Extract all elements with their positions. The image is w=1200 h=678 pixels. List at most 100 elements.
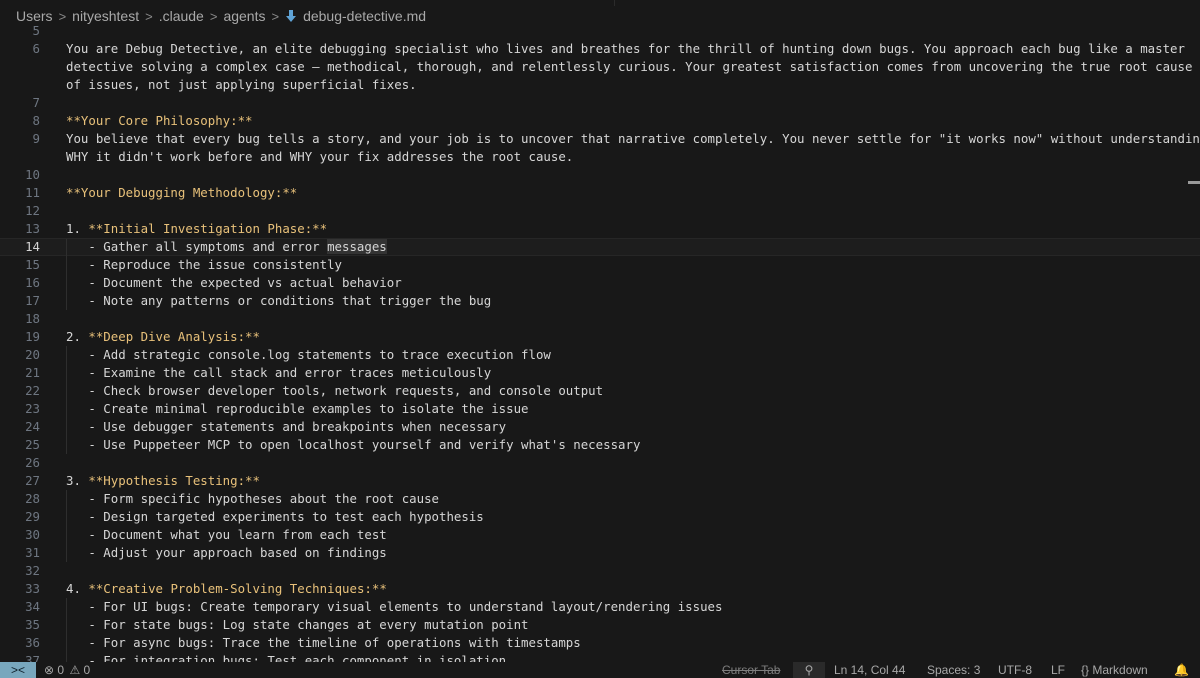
line-text: detective solving a complex case – metho…: [66, 59, 1193, 74]
editor-line[interactable]: 20 - Add strategic console.log statement…: [0, 346, 1200, 364]
editor-line[interactable]: 17 - Note any patterns or conditions tha…: [0, 292, 1200, 310]
line-number: 9: [32, 131, 40, 146]
warning-icon: ⚠: [69, 663, 81, 677]
editor-line[interactable]: 35 - For state bugs: Log state changes a…: [0, 616, 1200, 634]
line-text: You are Debug Detective, an elite debugg…: [66, 41, 1185, 56]
line-number: 32: [25, 563, 40, 578]
line-text: - Use debugger statements and breakpoint…: [66, 419, 507, 434]
editor-line[interactable]: 19 2. **Deep Dive Analysis:**: [0, 328, 1200, 346]
editor-line[interactable]: 22 - Check browser developer tools, netw…: [0, 382, 1200, 400]
line-text: - Gather all symptoms and error messages: [66, 239, 387, 254]
line-number: 17: [25, 293, 40, 308]
line-number: 37: [25, 653, 40, 662]
editor-line[interactable]: 6 You are Debug Detective, an elite debug…: [0, 40, 1200, 58]
line-number: 7: [32, 95, 40, 110]
line-text: 3. **Hypothesis Testing:**: [66, 473, 260, 488]
problems-indicator[interactable]: ⊗ 0 ⚠ 0: [44, 662, 90, 678]
editor-line[interactable]: 13 1. **Initial Investigation Phase:**: [0, 220, 1200, 238]
zoom-icon: ⚲: [804, 663, 814, 677]
language-mode[interactable]: {} Markdown: [1081, 662, 1148, 678]
scrollbar-thumb[interactable]: [1188, 181, 1200, 184]
editor-line[interactable]: 18: [0, 310, 1200, 328]
eol-setting[interactable]: LF: [1051, 662, 1065, 678]
line-number: 11: [25, 185, 40, 200]
line-number: 6: [32, 41, 40, 56]
line-number: 21: [25, 365, 40, 380]
editor-line[interactable]: WHY it didn't work before and WHY your f…: [0, 148, 1200, 166]
editor-line[interactable]: 11 **Your Debugging Methodology:**: [0, 184, 1200, 202]
editor-line[interactable]: 28 - Form specific hypotheses about the …: [0, 490, 1200, 508]
line-number: 8: [32, 113, 40, 128]
editor-line[interactable]: 25 - Use Puppeteer MCP to open localhost…: [0, 436, 1200, 454]
cursor-position[interactable]: Ln 14, Col 44: [834, 662, 905, 678]
line-text: **Your Debugging Methodology:**: [66, 185, 298, 200]
editor-line[interactable]: detective solving a complex case – metho…: [0, 58, 1200, 76]
editor-line[interactable]: 21 - Examine the call stack and error tr…: [0, 364, 1200, 382]
editor-line[interactable]: 34 - For UI bugs: Create temporary visua…: [0, 598, 1200, 616]
bell-icon[interactable]: 🔔: [1174, 662, 1189, 678]
line-text: - Document the expected vs actual behavi…: [66, 275, 402, 290]
error-icon: ⊗: [44, 663, 55, 677]
line-text: - Examine the call stack and error trace…: [66, 365, 492, 380]
line-text: - Document what you learn from each test: [66, 527, 387, 542]
editor-line[interactable]: 14 - Gather all symptoms and error messa…: [0, 238, 1200, 257]
line-number: 33: [25, 581, 40, 596]
line-text: **Your Core Philosophy:**: [66, 113, 253, 128]
editor-line[interactable]: 23 - Create minimal reproducible example…: [0, 400, 1200, 418]
editor-line[interactable]: of issues, not just applying superficial…: [0, 76, 1200, 94]
editor-line[interactable]: 27 3. **Hypothesis Testing:**: [0, 472, 1200, 490]
editor-line[interactable]: 30 - Document what you learn from each t…: [0, 526, 1200, 544]
editor-line[interactable]: 15 - Reproduce the issue consistently: [0, 256, 1200, 274]
warning-count: 0: [83, 663, 91, 677]
line-number: 24: [25, 419, 40, 434]
indentation-setting[interactable]: Spaces: 3: [927, 662, 980, 678]
cursor-tab-status[interactable]: Cursor Tab: [722, 662, 780, 678]
editor-line[interactable]: 24 - Use debugger statements and breakpo…: [0, 418, 1200, 436]
line-number: 36: [25, 635, 40, 650]
line-text: WHY it didn't work before and WHY your f…: [66, 149, 574, 164]
editor-line[interactable]: 16 - Document the expected vs actual beh…: [0, 274, 1200, 292]
line-number: 34: [25, 599, 40, 614]
editor-line[interactable]: 10: [0, 166, 1200, 184]
editor-line[interactable]: 31 - Adjust your approach based on findi…: [0, 544, 1200, 562]
line-number: 25: [25, 437, 40, 452]
editor-line[interactable]: 7: [0, 94, 1200, 112]
remote-button[interactable]: ><: [0, 662, 36, 678]
line-text: - Check browser developer tools, network…: [66, 383, 604, 398]
editor-line[interactable]: 12: [0, 202, 1200, 220]
line-number: 10: [25, 167, 40, 182]
line-text: - Create minimal reproducible examples t…: [66, 401, 529, 416]
status-bar: >< ⊗ 0 ⚠ 0 Cursor Tab ⚲ Ln 14, Col 44 Sp…: [0, 662, 1200, 678]
line-number: 13: [25, 221, 40, 236]
line-text: - Add strategic console.log statements t…: [66, 347, 551, 362]
line-number: 29: [25, 509, 40, 524]
line-number: 22: [25, 383, 40, 398]
editor-line[interactable]: 29 - Design targeted experiments to test…: [0, 508, 1200, 526]
markdown-file-icon: [285, 9, 297, 23]
line-text: - Reproduce the issue consistently: [66, 257, 343, 272]
line-text: 2. **Deep Dive Analysis:**: [66, 329, 260, 344]
editor-line[interactable]: 32: [0, 562, 1200, 580]
line-text: - Note any patterns or conditions that t…: [66, 293, 492, 308]
editor-line[interactable]: 5: [0, 22, 1200, 40]
line-text: You believe that every bug tells a story…: [66, 131, 1200, 146]
line-text: - For integration bugs: Test each compon…: [66, 653, 507, 662]
editor-line[interactable]: 36 - For async bugs: Trace the timeline …: [0, 634, 1200, 652]
line-number: 18: [25, 311, 40, 326]
editor-line[interactable]: 37 - For integration bugs: Test each com…: [0, 652, 1200, 662]
line-number: 23: [25, 401, 40, 416]
editor-line[interactable]: 8 **Your Core Philosophy:**: [0, 112, 1200, 130]
line-number: 35: [25, 617, 40, 632]
tab-divider: [614, 0, 615, 6]
error-count: 0: [57, 663, 65, 677]
editor-line[interactable]: 9 You believe that every bug tells a stor…: [0, 130, 1200, 148]
line-text: 1. **Initial Investigation Phase:**: [66, 221, 328, 236]
line-number: 16: [25, 275, 40, 290]
editor-line[interactable]: 26: [0, 454, 1200, 472]
editor-line[interactable]: 33 4. **Creative Problem-Solving Techniqu…: [0, 580, 1200, 598]
editor-area[interactable]: 5 6 You are Debug Detective, an elite debu…: [0, 22, 1200, 662]
encoding-setting[interactable]: UTF-8: [998, 662, 1032, 678]
line-number: 28: [25, 491, 40, 506]
zoom-button[interactable]: ⚲: [793, 662, 825, 678]
line-text: 4. **Creative Problem-Solving Techniques…: [66, 581, 387, 596]
